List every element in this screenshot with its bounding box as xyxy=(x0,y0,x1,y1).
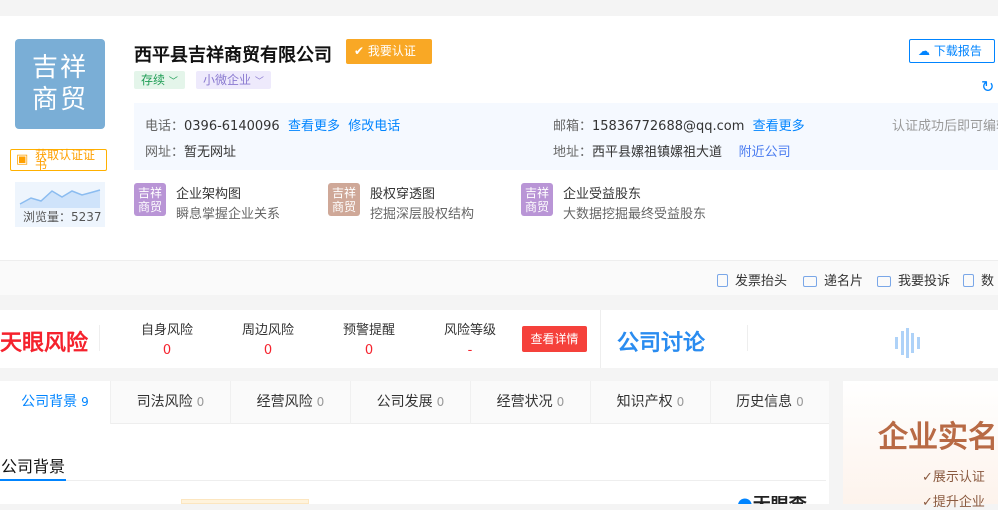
report-icon xyxy=(963,274,974,287)
views-count: 5237 xyxy=(71,210,102,224)
tab-operation-status[interactable]: 经营状况 0 xyxy=(471,381,591,424)
feature-icon: 吉祥商贸 xyxy=(134,183,166,216)
promo-point: ✓提升企业 xyxy=(922,495,985,510)
views-sparkline xyxy=(19,189,101,208)
view-details-button[interactable]: 查看详情 xyxy=(522,326,587,352)
verified-icon: ✔ xyxy=(354,44,368,58)
company-logo: 吉祥商贸 xyxy=(15,39,105,129)
scale-tag[interactable]: 小微企业 ﹀ xyxy=(196,71,271,89)
send-card-button[interactable]: 递名片 xyxy=(803,270,863,289)
audio-wave-icon xyxy=(895,328,920,358)
certify-badge[interactable]: ✔ 我要认证 xyxy=(346,39,432,64)
status-tag[interactable]: 存续 ﹀ xyxy=(134,71,185,89)
get-certificate-button[interactable]: ▣ 获取认证证书 xyxy=(10,149,107,171)
download-report-button[interactable]: ☁ 下载报告 xyxy=(909,39,995,63)
section-title: 公司背景 xyxy=(1,457,66,476)
edit-phone-link[interactable]: 修改电话 xyxy=(348,119,400,134)
refresh-icon[interactable]: ↻ xyxy=(981,77,994,96)
address-value: 西平县嫘祖镇嫘祖大道 xyxy=(592,145,723,160)
tianyancha-logo: ●天眼查 xyxy=(737,496,807,504)
tab-legal-risk[interactable]: 司法风险 0 xyxy=(111,381,231,424)
phone-value: 0396-6140096 xyxy=(184,119,280,134)
views-panel: 浏览量：5237 xyxy=(15,182,105,227)
email-value: 15836772688@qq.com xyxy=(592,119,745,134)
tab-operation-risk[interactable]: 经营风险 0 xyxy=(231,381,351,424)
risk-item-surrounding[interactable]: 周边风险 0 xyxy=(228,319,308,358)
company-name: 西平县吉祥商贸有限公司 xyxy=(134,45,332,66)
tab-history[interactable]: 历史信息 0 xyxy=(711,381,829,424)
phone-more-link[interactable]: 查看更多 xyxy=(288,119,340,134)
contact-info-panel: 电话：0396-6140096 查看更多 修改电话 网址：暂无网址 邮箱：158… xyxy=(134,103,998,170)
website-value: 暂无网址 xyxy=(184,145,237,160)
risk-item-level[interactable]: 风险等级 - xyxy=(430,319,510,358)
tab-ip[interactable]: 知识产权 0 xyxy=(591,381,711,424)
mail-icon xyxy=(877,276,891,287)
feature-icon: 吉祥商贸 xyxy=(328,183,360,216)
data-button[interactable]: 数 xyxy=(963,270,994,289)
nearby-companies-link[interactable]: 附近公司 xyxy=(739,145,791,160)
feature-icon: 吉祥商贸 xyxy=(521,183,553,216)
email-more-link[interactable]: 查看更多 xyxy=(753,119,805,134)
company-discussion-brand[interactable]: 公司讨论 xyxy=(617,325,705,357)
card-icon xyxy=(803,276,817,287)
chevron-down-icon: ﹀ xyxy=(254,77,264,87)
complaint-button[interactable]: 我要投诉 xyxy=(877,270,950,289)
risk-brand: 天眼风险 xyxy=(0,331,89,356)
tab-company-background[interactable]: 公司背景 9 xyxy=(0,381,111,424)
cloud-download-icon: ☁ xyxy=(918,44,934,58)
certificate-icon: ▣ xyxy=(16,152,29,167)
tab-development[interactable]: 公司发展 0 xyxy=(351,381,471,424)
edit-hint: 认证成功后即可编辑 xyxy=(892,119,998,134)
invoice-title-button[interactable]: 发票抬头 xyxy=(717,270,787,289)
risk-item-self[interactable]: 自身风险 0 xyxy=(127,319,207,358)
risk-item-warning[interactable]: 预警提醒 0 xyxy=(329,319,409,358)
document-icon xyxy=(717,274,728,287)
promo-title: 企业实名 xyxy=(878,420,998,455)
chevron-down-icon: ﹀ xyxy=(168,77,178,87)
promo-point: ✓展示认证 xyxy=(922,470,985,485)
